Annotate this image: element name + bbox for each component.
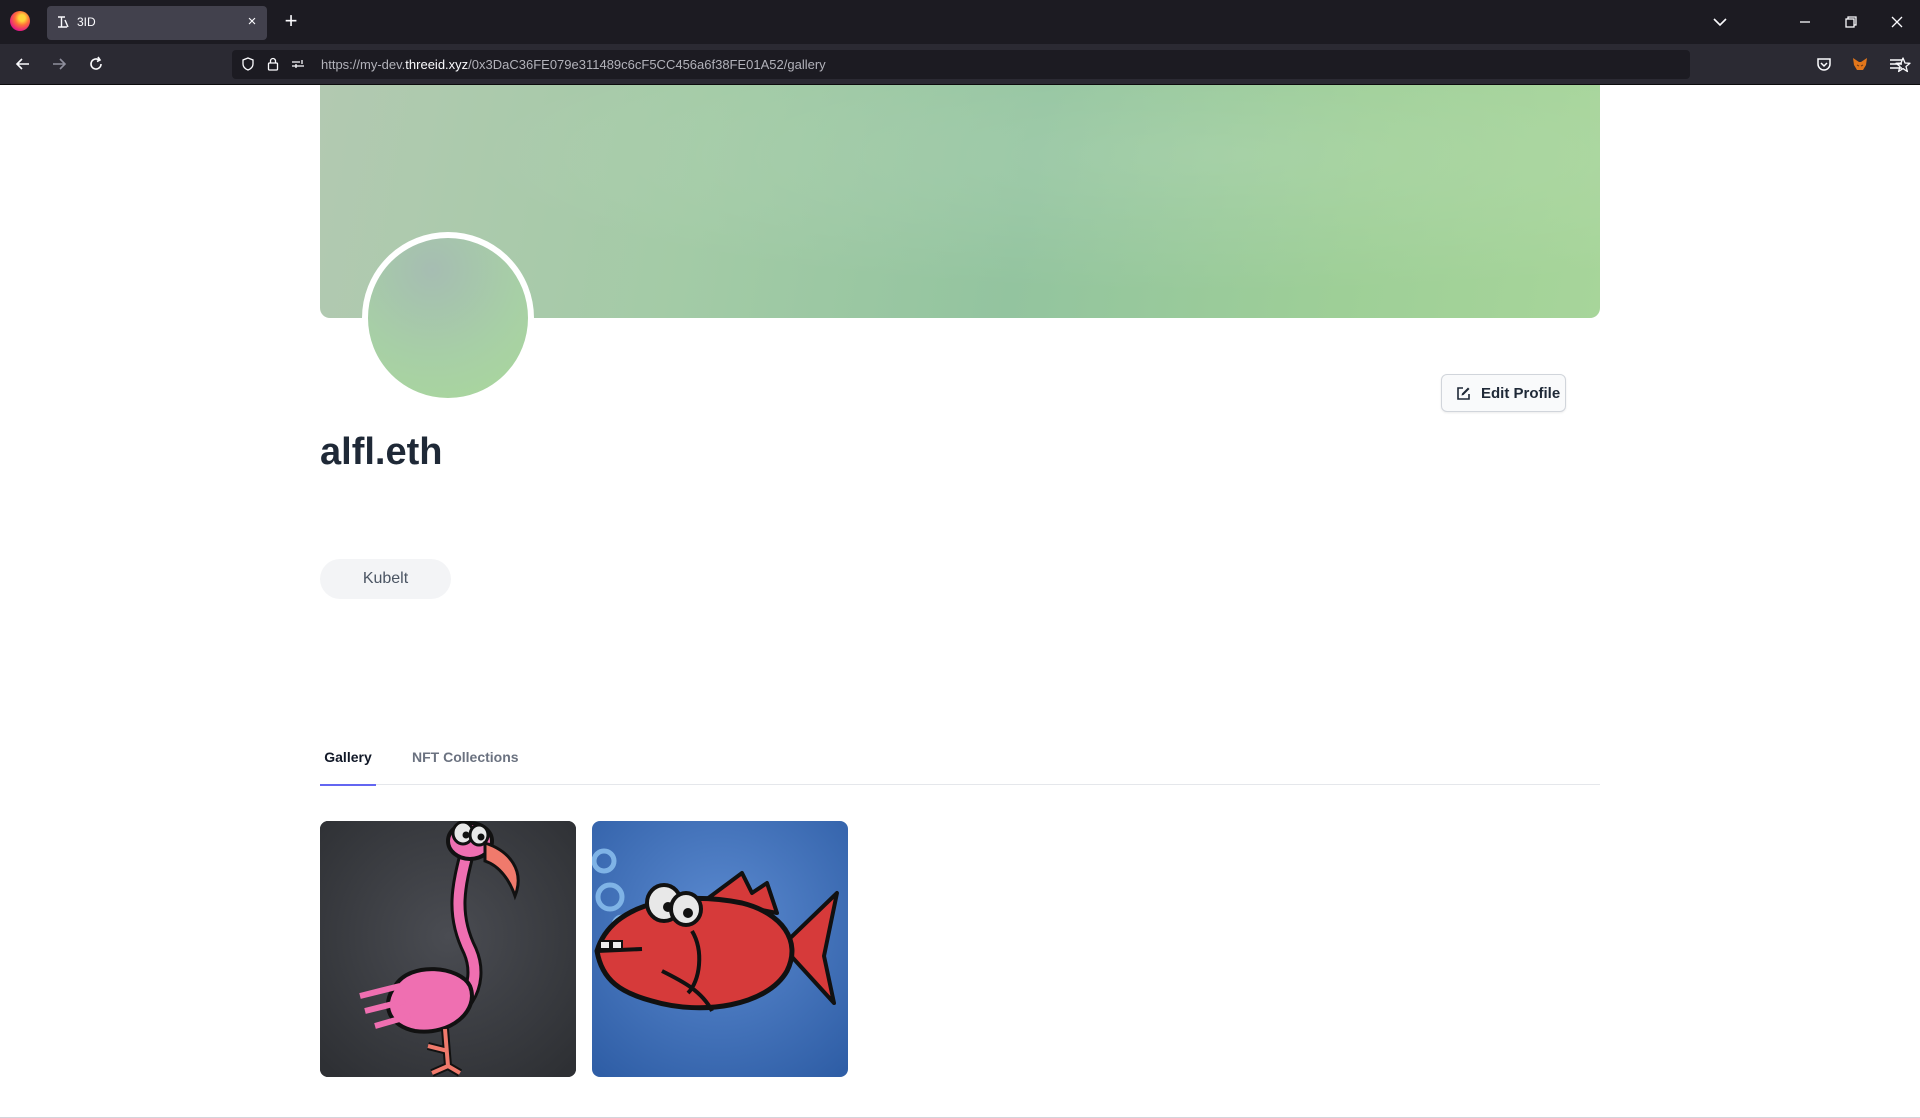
minimize-icon[interactable] bbox=[1795, 12, 1815, 32]
edit-icon bbox=[1457, 387, 1470, 400]
address-bar[interactable]: https://my-dev.threeid.xyz/0x3DaC36FE079… bbox=[232, 50, 1911, 79]
lock-icon[interactable] bbox=[265, 56, 281, 72]
forward-arrow-icon[interactable] bbox=[49, 54, 69, 74]
gallery-item-flamingo[interactable] bbox=[320, 821, 576, 1077]
browser-nav-bar: https://my-dev.threeid.xyz/0x3DaC36FE079… bbox=[0, 44, 1920, 85]
close-window-icon[interactable] bbox=[1887, 12, 1907, 32]
restore-icon[interactable] bbox=[1841, 12, 1861, 32]
profile-page: Edit Profile alfl.eth Kubelt Gallery NFT… bbox=[0, 85, 1920, 1118]
edit-profile-label: Edit Profile bbox=[1481, 385, 1561, 402]
metamask-fox-icon[interactable] bbox=[1850, 54, 1870, 74]
new-tab-button[interactable]: + bbox=[280, 10, 302, 32]
browser-tab-bar: 3ID × + bbox=[0, 0, 1920, 44]
profile-tabs: Gallery NFT Collections bbox=[320, 742, 1600, 786]
url-path: /0x3DaC36FE079e311489c6cF5CC456a6f38FE01… bbox=[468, 57, 826, 72]
red-fish-image bbox=[592, 821, 848, 1077]
chevron-down-icon[interactable] bbox=[1710, 12, 1730, 32]
browser-tab-active[interactable]: 3ID × bbox=[47, 6, 267, 40]
close-tab-icon[interactable]: × bbox=[243, 13, 261, 31]
flamingo-image bbox=[320, 821, 576, 1077]
firefox-logo-icon bbox=[10, 11, 30, 31]
hamburger-menu-icon[interactable] bbox=[1886, 54, 1906, 74]
tab-title: 3ID bbox=[77, 15, 96, 29]
permissions-icon[interactable] bbox=[290, 56, 306, 72]
tab-gallery[interactable]: Gallery bbox=[320, 742, 376, 786]
edit-profile-button[interactable]: Edit Profile bbox=[1441, 374, 1566, 412]
tab-nft-collections[interactable]: NFT Collections bbox=[412, 742, 519, 784]
threeid-favicon-icon bbox=[58, 16, 69, 28]
organization-pill[interactable]: Kubelt bbox=[320, 559, 451, 599]
url-prefix: https://my-dev. bbox=[321, 57, 406, 72]
pocket-icon[interactable] bbox=[1814, 54, 1834, 74]
url-text[interactable]: https://my-dev.threeid.xyz/0x3DaC36FE079… bbox=[321, 57, 826, 72]
gallery-item-red-fish[interactable] bbox=[592, 821, 848, 1077]
reload-icon[interactable] bbox=[86, 54, 106, 74]
shield-icon[interactable] bbox=[240, 56, 256, 72]
profile-username: alfl.eth bbox=[320, 431, 443, 473]
back-arrow-icon[interactable] bbox=[13, 54, 33, 74]
avatar[interactable] bbox=[362, 232, 534, 404]
url-host: threeid.xyz bbox=[405, 57, 469, 72]
